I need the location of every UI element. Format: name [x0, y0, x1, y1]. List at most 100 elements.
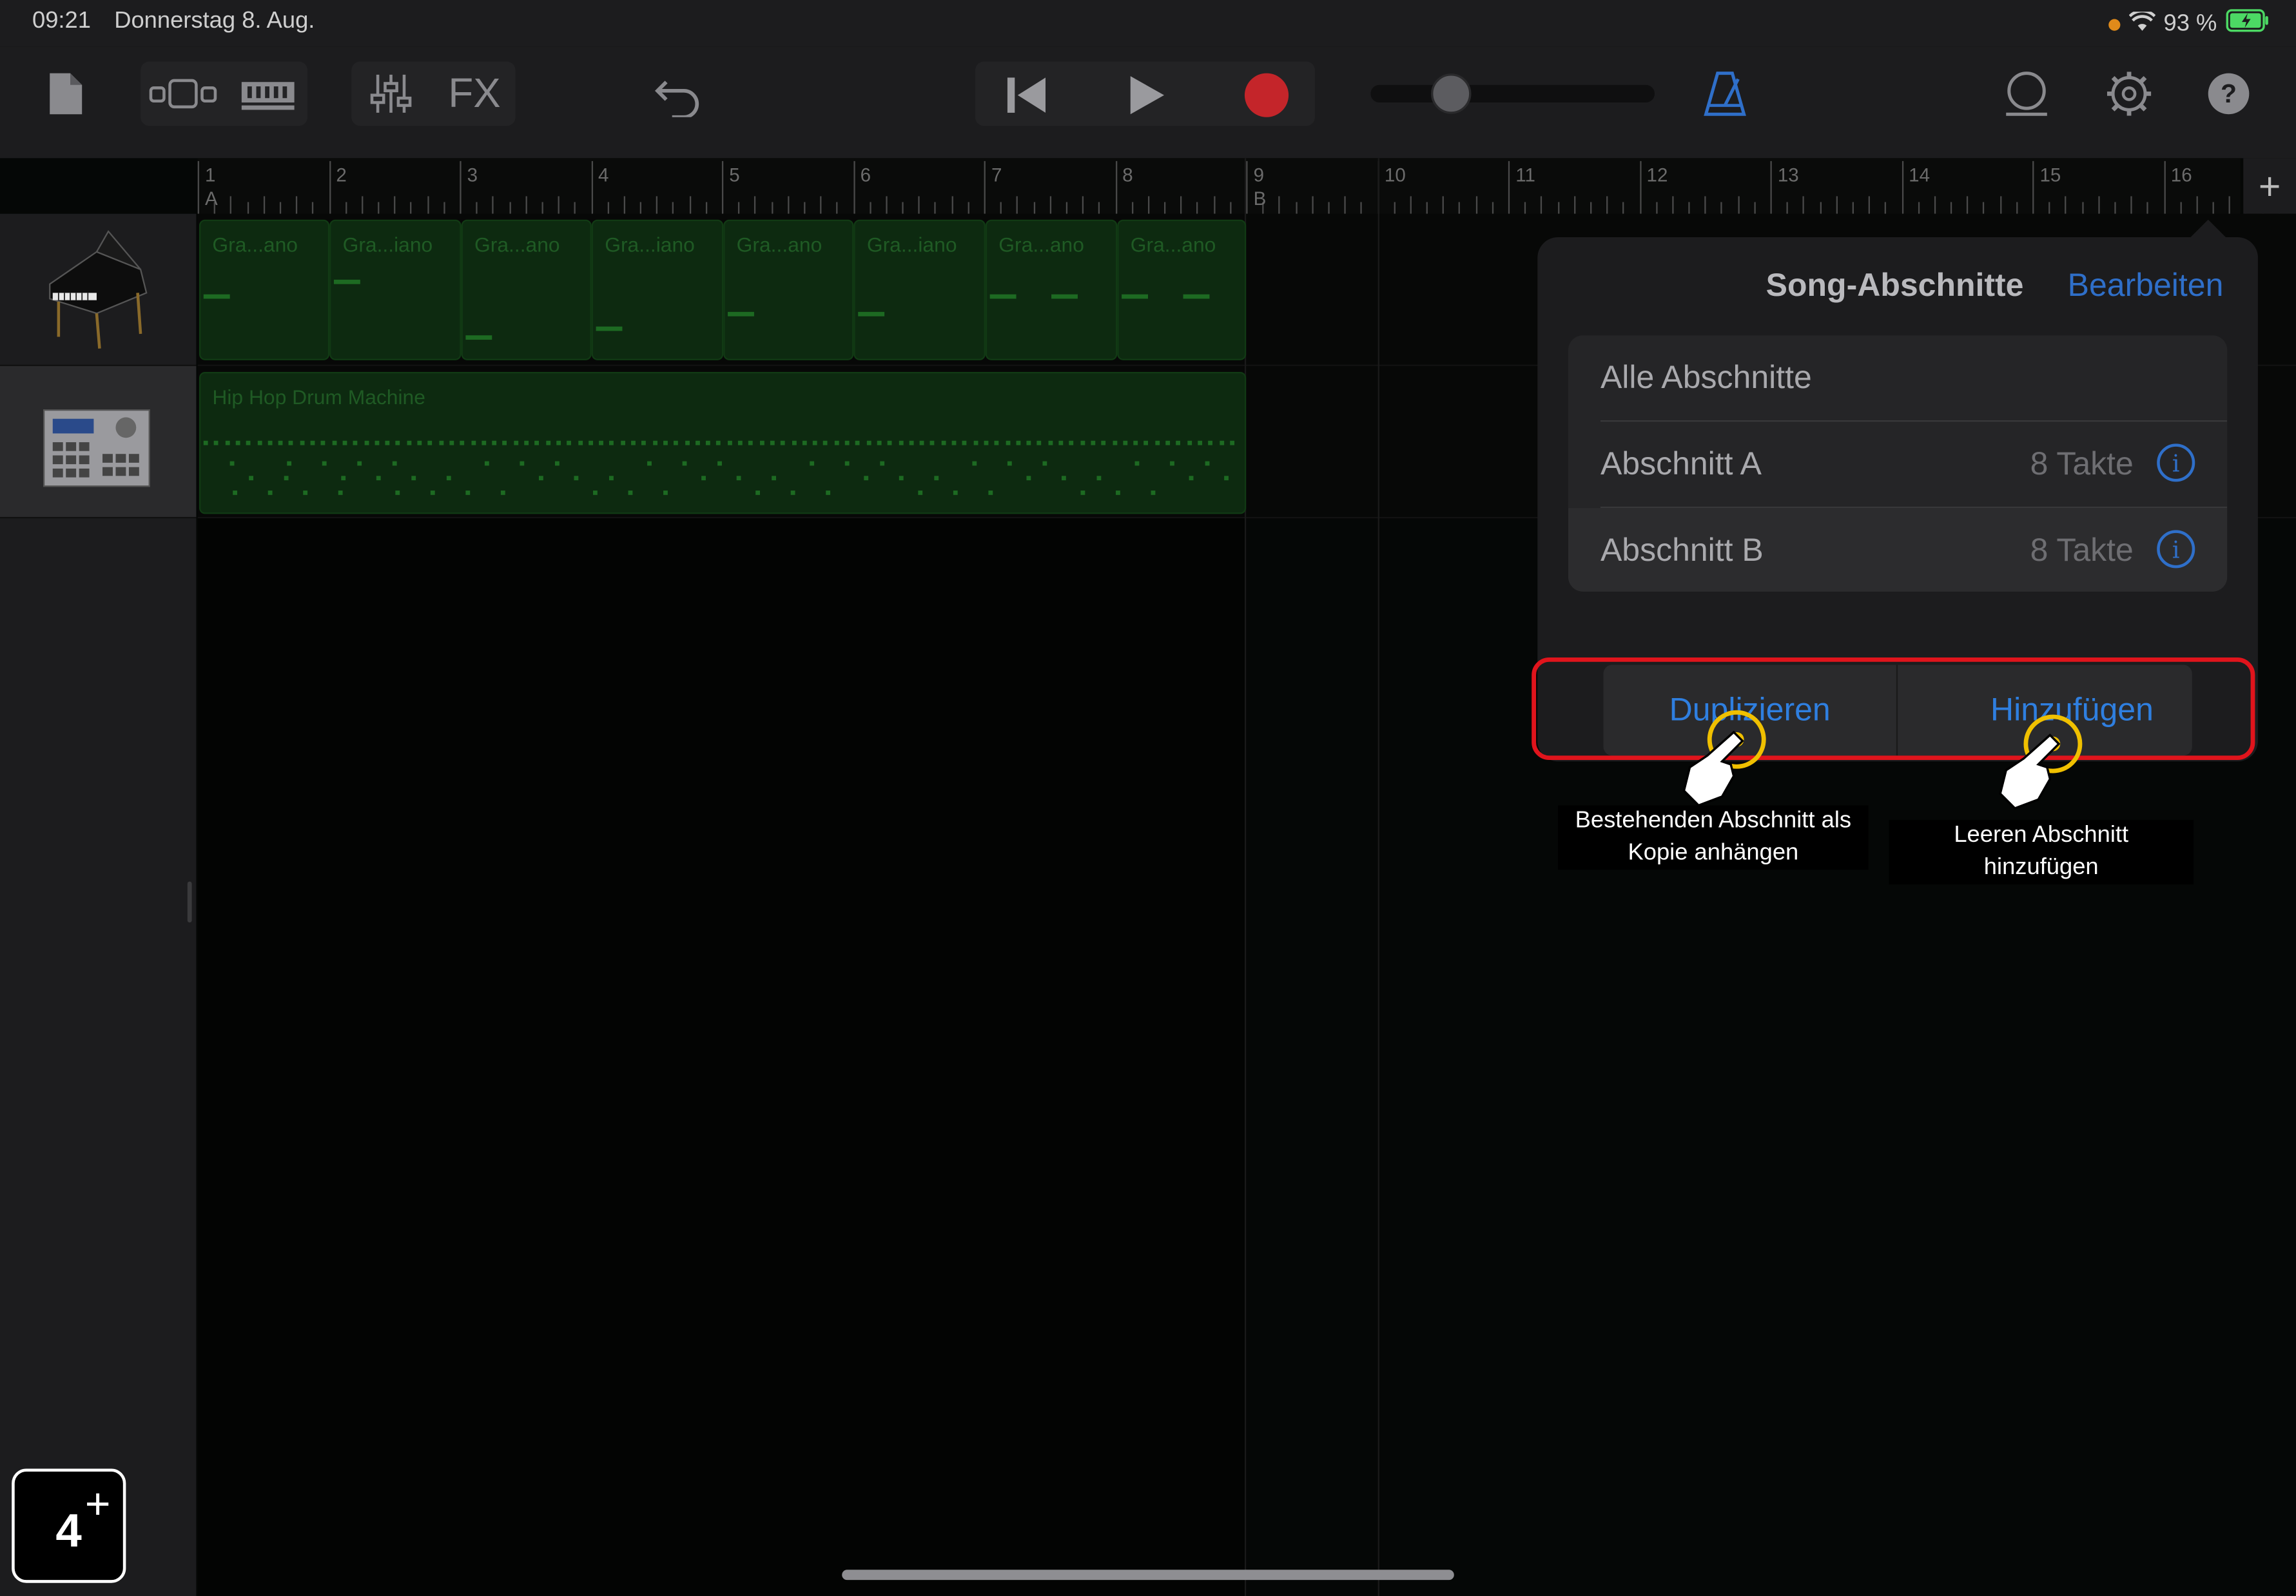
- drum-hit: [802, 440, 807, 445]
- drum-hit: [755, 491, 761, 495]
- drum-hit: [321, 440, 326, 445]
- drum-hit: [984, 440, 989, 445]
- beat-tick: [2229, 196, 2231, 214]
- add-section-button[interactable]: +: [2243, 158, 2296, 214]
- drum-machine-icon: [43, 409, 150, 487]
- drum-hit: [1112, 440, 1117, 445]
- fx-button[interactable]: FX: [440, 70, 510, 117]
- grand-piano-icon: [49, 229, 148, 349]
- piano-region[interactable]: Gra...ano: [723, 219, 854, 360]
- beat-tick: [246, 202, 249, 214]
- home-indicator[interactable]: [842, 1570, 1454, 1581]
- tracks-icon[interactable]: [234, 70, 301, 117]
- piano-region[interactable]: Gra...ano: [1117, 219, 1247, 360]
- beat-tick: [1557, 202, 1559, 214]
- drum-hit: [203, 440, 208, 445]
- region-label: Gra...ano: [736, 233, 822, 257]
- beat-tick: [230, 196, 232, 214]
- bar-number: 10: [1384, 164, 1406, 186]
- play-icon[interactable]: [1110, 67, 1183, 122]
- drum-hit: [973, 440, 978, 445]
- drum-hit: [545, 440, 550, 445]
- loop-icon[interactable]: [2000, 67, 2053, 120]
- drum-hit: [538, 476, 543, 481]
- piano-region[interactable]: Gra...iano: [329, 219, 462, 360]
- resize-handle[interactable]: [187, 881, 192, 923]
- section-row-a[interactable]: Abschnitt A 8 Takte i: [1568, 422, 2227, 507]
- info-icon[interactable]: i: [2157, 530, 2195, 569]
- track-header-piano[interactable]: [0, 213, 197, 366]
- bar-number: 2: [336, 164, 347, 186]
- mixer-icon[interactable]: [363, 70, 418, 117]
- piano-region[interactable]: Gra...ano: [199, 219, 330, 360]
- drum-hit: [706, 440, 710, 445]
- beat-tick: [312, 202, 314, 214]
- midi-note: [596, 326, 623, 331]
- drum-hit: [278, 440, 283, 445]
- drum-hit: [953, 491, 958, 495]
- drum-hit: [446, 476, 451, 481]
- drum-hit: [484, 461, 489, 466]
- drum-hit: [411, 476, 416, 481]
- settings-icon[interactable]: [2103, 67, 2155, 120]
- record-icon[interactable]: [1230, 67, 1303, 122]
- beat-tick: [1311, 196, 1314, 214]
- drum-hit: [1198, 440, 1202, 445]
- wifi-icon: [2128, 9, 2155, 37]
- drum-hit: [375, 440, 379, 445]
- beat-tick: [394, 196, 396, 214]
- drum-hit: [471, 440, 476, 445]
- drum-hit: [1080, 491, 1085, 495]
- view-toggle-icon[interactable]: [146, 73, 220, 115]
- drum-hit: [322, 461, 327, 466]
- beat-tick: [1819, 202, 1822, 214]
- piano-region[interactable]: Gra...iano: [591, 219, 724, 360]
- drum-hit: [772, 476, 777, 481]
- drum-hit: [1091, 440, 1095, 445]
- drum-hit: [1042, 461, 1047, 466]
- section-row-b[interactable]: Abschnitt B 8 Takte i: [1568, 508, 2228, 592]
- drum-hit: [588, 440, 593, 445]
- beat-tick: [1049, 196, 1051, 214]
- info-icon[interactable]: i: [2157, 443, 2195, 482]
- drum-hit: [1219, 440, 1224, 445]
- undo-icon[interactable]: [650, 70, 706, 120]
- timeline-ruler[interactable]: 1 2 3 4 5 6 7 8 9 10 11 12 13 14 15 16 A B: [197, 158, 2280, 214]
- drum-hit: [492, 440, 497, 445]
- piano-region[interactable]: Gra...iano: [853, 219, 986, 360]
- drum-hit: [663, 440, 668, 445]
- midi-note: [203, 294, 230, 299]
- drum-region[interactable]: Hip Hop Drum Machine: [199, 372, 1247, 514]
- beat-tick: [1393, 202, 1396, 214]
- piano-region[interactable]: Gra...ano: [985, 219, 1118, 360]
- beat-tick: [869, 202, 871, 214]
- volume-slider[interactable]: [1370, 73, 1655, 115]
- toolbar: FX ?: [0, 46, 2296, 159]
- piano-region[interactable]: Gra...ano: [461, 219, 592, 360]
- drum-hit: [460, 440, 465, 445]
- help-icon[interactable]: ?: [2205, 67, 2252, 120]
- rewind-icon[interactable]: [990, 67, 1064, 122]
- metronome-icon[interactable]: [1698, 67, 1751, 120]
- section-length: 8 Takte: [2030, 445, 2134, 482]
- edit-button[interactable]: Bearbeiten: [2068, 266, 2224, 304]
- beat-tick: [427, 196, 429, 214]
- track-header-drums[interactable]: [0, 365, 197, 519]
- beat-tick: [1082, 196, 1084, 214]
- drum-hit: [303, 491, 308, 495]
- beat-tick: [1328, 202, 1330, 214]
- drum-hit: [790, 491, 795, 495]
- document-icon[interactable]: [44, 67, 88, 120]
- drum-hit: [342, 440, 347, 445]
- drum-hit: [888, 440, 892, 445]
- drum-hit: [1069, 440, 1074, 445]
- drum-hit: [1187, 440, 1192, 445]
- section-marker: B: [1253, 187, 1267, 209]
- all-sections-row[interactable]: Alle Abschnitte: [1568, 335, 2227, 420]
- drum-hit: [556, 440, 561, 445]
- drum-hit: [898, 440, 903, 445]
- drum-hit: [1026, 440, 1031, 445]
- bar-tick: [1114, 161, 1117, 214]
- beat-tick: [1017, 196, 1018, 214]
- drum-hit: [406, 440, 411, 445]
